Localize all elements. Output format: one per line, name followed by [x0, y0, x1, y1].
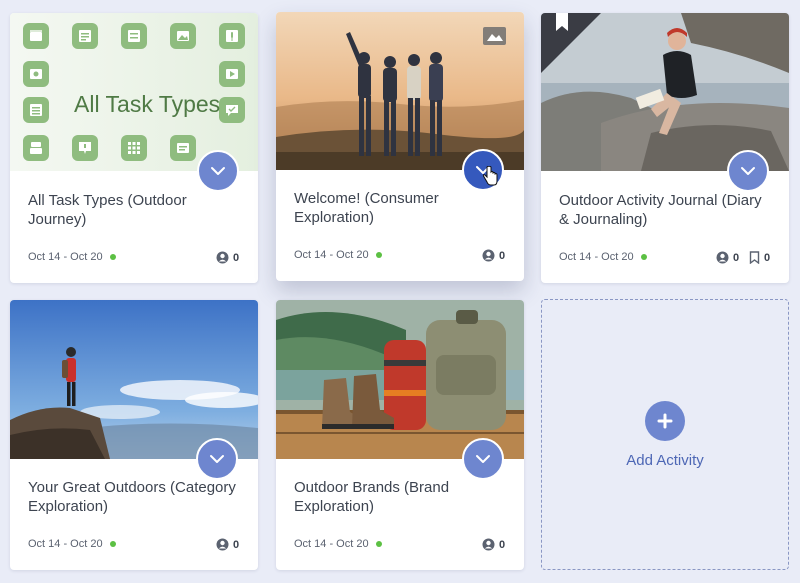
- participant-count: 0: [482, 538, 505, 551]
- screen-task-icon: [23, 61, 49, 87]
- add-activity-circle[interactable]: [645, 401, 685, 441]
- activity-thumbnail-journal: [541, 13, 789, 171]
- form-task-icon: [170, 135, 196, 161]
- participant-count-value: 0: [233, 538, 240, 551]
- activity-thumbnail-hiker: [10, 300, 258, 459]
- text-task-icon: [72, 23, 98, 49]
- date-text: Oct 14 - Oct 20: [294, 249, 369, 261]
- grid-task-icon: [121, 135, 147, 161]
- friends-sunset-photo: [276, 12, 524, 170]
- expand-card-button[interactable]: [197, 150, 239, 192]
- pointer-cursor-icon: [482, 166, 498, 186]
- participant-count: 0: [716, 251, 739, 264]
- journal-rocks-photo: [541, 13, 789, 171]
- activity-date-range: Oct 14 - Oct 20: [559, 251, 647, 263]
- activity-card-outdoor-journal[interactable]: Outdoor Activity Journal (Diary & Journa…: [541, 13, 789, 283]
- chevron-down-icon: [211, 167, 225, 175]
- status-dot: [640, 254, 647, 260]
- message-task-icon: [219, 97, 245, 123]
- activity-card-great-outdoors[interactable]: Your Great Outdoors (Category Exploratio…: [10, 300, 258, 570]
- image-task-icon: [170, 23, 196, 49]
- participant-count-value: 0: [499, 538, 506, 551]
- user-icon: [216, 538, 229, 551]
- user-icon: [716, 251, 729, 264]
- card-sort-task-icon: [23, 135, 49, 161]
- participant-count-value: 0: [233, 251, 240, 264]
- activity-title[interactable]: Outdoor Brands (Brand Exploration): [294, 478, 510, 516]
- image-icon: [483, 27, 506, 45]
- video-response-task-icon: [219, 61, 245, 87]
- thumbnail-caption: All Task Types: [74, 91, 221, 117]
- activity-title[interactable]: Outdoor Activity Journal (Diary & Journa…: [559, 191, 775, 229]
- audio-task-icon: [219, 23, 245, 49]
- activity-title[interactable]: Your Great Outdoors (Category Exploratio…: [28, 478, 244, 516]
- expand-card-button[interactable]: [196, 438, 238, 480]
- add-activity-label[interactable]: Add Activity: [542, 452, 788, 469]
- hiker-cliff-photo: [10, 300, 258, 459]
- status-dot: [109, 541, 116, 547]
- plus-icon: [657, 413, 673, 429]
- video-task-icon: [23, 23, 49, 49]
- bookmark-count: 0: [749, 251, 770, 264]
- scale-task-icon: [121, 23, 147, 49]
- activity-date-range: Oct 14 - Oct 20: [294, 249, 382, 261]
- status-dot: [109, 254, 116, 260]
- participant-count-value: 0: [499, 249, 506, 262]
- activity-date-range: Oct 14 - Oct 20: [28, 251, 116, 263]
- expand-card-button[interactable]: [462, 438, 504, 480]
- status-dot: [375, 541, 382, 547]
- chevron-down-icon: [210, 455, 224, 463]
- add-activity-button[interactable]: Add Activity: [541, 299, 789, 570]
- bookmark-count-value: 0: [764, 251, 771, 264]
- activity-thumbnail-gear: [276, 300, 524, 459]
- activity-title[interactable]: Welcome! (Consumer Exploration): [294, 189, 510, 227]
- date-text: Oct 14 - Oct 20: [559, 251, 634, 263]
- user-icon: [482, 249, 495, 262]
- activity-thumbnail-friends: [276, 12, 524, 170]
- list-task-icon: [23, 97, 49, 123]
- date-text: Oct 14 - Oct 20: [28, 538, 103, 550]
- feedback-task-icon: [72, 135, 98, 161]
- expand-card-button[interactable]: [727, 150, 769, 192]
- boots-backpack-photo: [276, 300, 524, 459]
- date-text: Oct 14 - Oct 20: [294, 538, 369, 550]
- status-dot: [375, 252, 382, 258]
- participant-count: 0: [216, 538, 239, 551]
- user-icon: [216, 251, 229, 264]
- activity-card-welcome[interactable]: Welcome! (Consumer Exploration) Oct 14 -…: [276, 12, 524, 281]
- activity-thumbnail-task-types: All Task Types: [10, 13, 258, 171]
- activity-title[interactable]: All Task Types (Outdoor Journey): [28, 191, 244, 229]
- user-icon: [482, 538, 495, 551]
- participant-count-value: 0: [733, 251, 740, 264]
- participant-count: 0: [216, 251, 239, 264]
- chevron-down-icon: [476, 455, 490, 463]
- activity-date-range: Oct 14 - Oct 20: [28, 538, 116, 550]
- bookmark-icon: [749, 251, 760, 264]
- participant-count: 0: [482, 249, 505, 262]
- activity-card-all-task-types[interactable]: All Task Types All Task Types (Outdoor J…: [10, 13, 258, 283]
- date-text: Oct 14 - Oct 20: [28, 251, 103, 263]
- activity-card-outdoor-brands[interactable]: Outdoor Brands (Brand Exploration) Oct 1…: [276, 300, 524, 570]
- chevron-down-icon: [741, 167, 755, 175]
- activity-date-range: Oct 14 - Oct 20: [294, 538, 382, 550]
